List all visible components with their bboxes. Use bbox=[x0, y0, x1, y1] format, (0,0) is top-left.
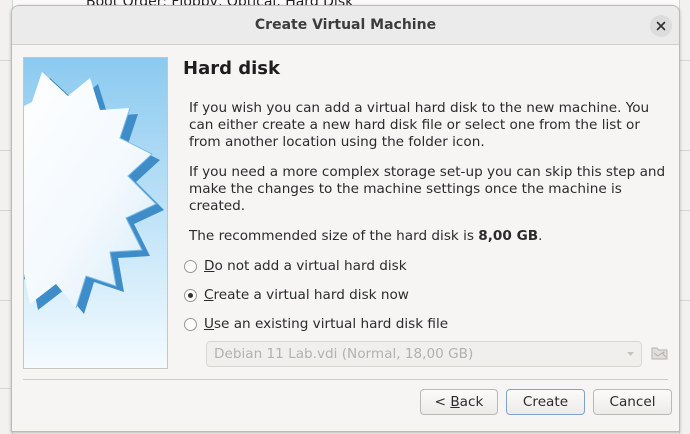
dialog-titlebar[interactable]: Create Virtual Machine bbox=[12, 6, 679, 45]
option-existing-hard-disk-label: Use an existing virtual hard disk file bbox=[204, 316, 449, 332]
option-no-hard-disk[interactable]: Do not add a virtual hard disk bbox=[184, 256, 407, 276]
option-create-hard-disk[interactable]: Create a virtual hard disk now bbox=[184, 285, 409, 305]
page-heading: Hard disk bbox=[183, 58, 280, 79]
radio-no-hard-disk[interactable] bbox=[184, 259, 197, 273]
background-right-strip bbox=[679, 0, 690, 434]
chevron-down-icon bbox=[627, 352, 634, 356]
existing-disk-select[interactable]: Debian 11 Lab.vdi (Normal, 18,00 GB) bbox=[206, 341, 642, 367]
choose-disk-folder-button[interactable] bbox=[650, 341, 670, 365]
description-paragraph-2: If you need a more complex storage set-u… bbox=[189, 164, 666, 214]
option-existing-hard-disk[interactable]: Use an existing virtual hard disk file bbox=[184, 314, 448, 334]
radio-existing-hard-disk[interactable] bbox=[184, 317, 197, 331]
option-no-hard-disk-label: Do not add a virtual hard disk bbox=[204, 258, 407, 274]
back-button[interactable]: < Back bbox=[420, 389, 498, 415]
cancel-button[interactable]: Cancel bbox=[593, 389, 672, 415]
dialog-title: Create Virtual Machine bbox=[254, 17, 437, 33]
option-create-hard-disk-label: Create a virtual hard disk now bbox=[204, 287, 409, 303]
recommended-size-value: 8,00 GB bbox=[478, 228, 539, 244]
radio-create-hard-disk[interactable] bbox=[184, 288, 197, 302]
wizard-banner-image bbox=[23, 57, 168, 369]
create-button[interactable]: Create bbox=[506, 389, 585, 415]
close-icon bbox=[656, 21, 666, 31]
folder-icon bbox=[651, 347, 668, 360]
existing-disk-select-value: Debian 11 Lab.vdi (Normal, 18,00 GB) bbox=[214, 346, 474, 362]
close-button[interactable] bbox=[650, 15, 672, 37]
description-paragraph-1: If you wish you can add a virtual hard d… bbox=[189, 100, 650, 150]
create-vm-dialog: Create Virtual Machine Hard disk If you … bbox=[11, 5, 680, 432]
button-separator bbox=[23, 379, 668, 380]
recommended-size-text: The recommended size of the hard disk is… bbox=[189, 228, 543, 244]
